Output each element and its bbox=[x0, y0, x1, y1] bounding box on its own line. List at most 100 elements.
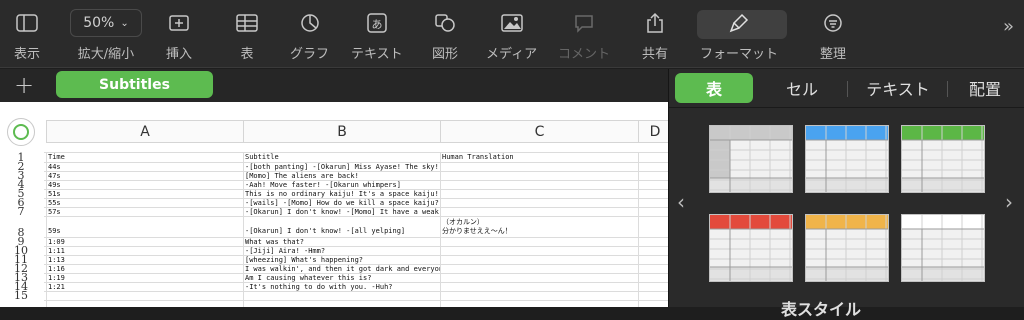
chevron-left-icon[interactable]: ‹ bbox=[677, 190, 685, 214]
table-style-blue[interactable] bbox=[805, 125, 889, 193]
chart-icon bbox=[300, 8, 320, 38]
table-style-preview bbox=[710, 126, 792, 192]
table-cell[interactable]: What was that? bbox=[243, 238, 440, 247]
share-icon bbox=[646, 8, 664, 38]
media-button[interactable]: メディア bbox=[486, 8, 537, 62]
organize-icon bbox=[823, 8, 843, 38]
table-style-gray[interactable] bbox=[709, 125, 793, 193]
zoom-label: 拡大/縮小 bbox=[77, 47, 135, 62]
table-style-white[interactable] bbox=[901, 214, 985, 282]
header-cell[interactable]: Subtitle bbox=[243, 153, 440, 162]
table-cell[interactable]: 1:11 bbox=[46, 247, 243, 256]
tab-text[interactable]: テキスト bbox=[853, 73, 943, 103]
table-cell[interactable]: 47s bbox=[46, 172, 243, 181]
table-cell[interactable]: 1:21 bbox=[46, 283, 243, 292]
shape-button[interactable]: 図形 bbox=[432, 8, 458, 62]
chart-button[interactable]: グラフ bbox=[290, 8, 329, 62]
table-cell[interactable]: 1:13 bbox=[46, 256, 243, 265]
table-style-preview bbox=[902, 215, 984, 281]
table-cell[interactable]: -Aah! Move faster! -[Okarun whimpers] bbox=[243, 181, 440, 190]
table-cell[interactable]: 49s bbox=[46, 181, 243, 190]
table-cell[interactable]: [wheezing] What's happening? bbox=[243, 256, 440, 265]
column-header-c[interactable]: C bbox=[440, 120, 638, 143]
table-style-red[interactable] bbox=[709, 214, 793, 282]
shape-icon bbox=[434, 8, 456, 38]
insert-icon bbox=[168, 8, 190, 38]
comment-icon bbox=[574, 8, 594, 38]
column-header-d[interactable]: D bbox=[638, 120, 668, 143]
row-header[interactable]: 15 bbox=[0, 289, 42, 302]
tab-arrange[interactable]: 配置 bbox=[953, 73, 1017, 103]
tab-separator bbox=[947, 81, 948, 97]
table-cell[interactable]: 44s bbox=[46, 163, 243, 172]
column-header-b[interactable]: B bbox=[243, 120, 440, 143]
table-style-preview bbox=[710, 215, 792, 281]
table-style-orange[interactable] bbox=[805, 214, 889, 282]
table-label: 表 bbox=[240, 47, 254, 62]
table-cell[interactable]: -[Okarun] I don't know! -[all yelping] bbox=[243, 227, 440, 236]
toolbar: 表示 50% ⌄ 拡大/縮小 挿入 表 グラフ あ テキスト 図形 メディア コ… bbox=[0, 0, 1024, 68]
tab-cell[interactable]: セル bbox=[765, 73, 839, 103]
table-cell[interactable]: 55s bbox=[46, 199, 243, 208]
chevron-right-icon[interactable]: › bbox=[1005, 190, 1013, 214]
table-cell[interactable]: -[Jiji] Aira! -Hmm? bbox=[243, 247, 440, 256]
header-cell[interactable]: Time bbox=[46, 153, 243, 162]
table-cell[interactable]: I was walkin', and then it got dark and … bbox=[243, 265, 440, 274]
view-label: 表示 bbox=[14, 47, 41, 62]
row-header[interactable]: 7 bbox=[0, 205, 42, 218]
table-cell[interactable]: 1:19 bbox=[46, 274, 243, 283]
format-button[interactable]: フォーマット bbox=[700, 8, 778, 62]
table-icon bbox=[236, 8, 258, 38]
panel-divider bbox=[669, 107, 1024, 108]
chevron-down-icon: ⌄ bbox=[120, 17, 129, 29]
header-cell[interactable]: Human Translation bbox=[440, 153, 638, 162]
text-icon: あ bbox=[367, 8, 387, 38]
table-cell[interactable]: 57s bbox=[46, 208, 243, 217]
chart-label: グラフ bbox=[290, 47, 330, 62]
view-button[interactable]: 表示 bbox=[14, 8, 40, 62]
table-cell[interactable]: 51s bbox=[46, 190, 243, 199]
table-cell[interactable]: -[wails] -[Momo] How do we kill a space … bbox=[243, 199, 440, 208]
media-label: メディア bbox=[486, 47, 538, 62]
table-style-preview bbox=[806, 126, 888, 192]
table-button[interactable]: 表 bbox=[236, 8, 258, 62]
table-cell[interactable]: [Momo] The aliens are back! bbox=[243, 172, 440, 181]
table-cell[interactable]: Am I causing whatever this is? bbox=[243, 274, 440, 283]
spreadsheet-canvas: A B C D 1 2 3 4 5 6 7 8 9 10 11 12 13 14 15 Time Subtitl… bbox=[0, 102, 668, 307]
insert-button[interactable]: 挿入 bbox=[166, 8, 192, 62]
table-cell[interactable]: -It's nothing to do with you. -Huh? bbox=[243, 283, 440, 292]
table-style-preview bbox=[806, 215, 888, 281]
zoom-select[interactable]: 50% ⌄ bbox=[70, 9, 142, 37]
table-cell[interactable]: -[both panting] -[Okarun] Miss Ayase! Th… bbox=[243, 163, 440, 172]
table-cell[interactable]: 1:09 bbox=[46, 238, 243, 247]
add-sheet-button[interactable]: + bbox=[14, 71, 34, 99]
table-cell[interactable]: -[Okarun] I don't know! -[Momo] It have … bbox=[243, 208, 440, 217]
insert-label: 挿入 bbox=[166, 47, 193, 62]
table-cell[interactable]: （オカルン） 分かりませええ～ん！ bbox=[440, 218, 638, 236]
sheet-tab-bar: + Subtitles bbox=[0, 69, 668, 102]
table-cell[interactable]: 59s bbox=[46, 227, 243, 236]
text-button[interactable]: あ テキスト bbox=[351, 8, 403, 62]
sheet-tab-subtitles[interactable]: Subtitles bbox=[56, 71, 213, 98]
svg-text:あ: あ bbox=[371, 18, 382, 31]
media-icon bbox=[500, 8, 523, 38]
organize-button[interactable]: 整理 bbox=[820, 8, 846, 62]
organize-label: 整理 bbox=[820, 47, 847, 62]
text-label: テキスト bbox=[351, 47, 403, 62]
table-cell[interactable]: 1:16 bbox=[46, 265, 243, 274]
zoom-control[interactable]: 50% ⌄ 拡大/縮小 bbox=[70, 8, 142, 62]
table-style-preview bbox=[902, 126, 984, 192]
format-inspector: 表 セル テキスト 配置 ‹ › 表スタイル bbox=[668, 69, 1024, 319]
share-button[interactable]: 共有 bbox=[642, 8, 668, 62]
table-select-button[interactable] bbox=[7, 118, 35, 146]
comment-label: コメント bbox=[558, 47, 611, 62]
comment-button[interactable]: コメント bbox=[558, 8, 610, 62]
table-style-green[interactable] bbox=[901, 125, 985, 193]
column-gridline bbox=[638, 152, 639, 307]
chevron-double-right-icon[interactable]: » bbox=[1003, 16, 1014, 37]
column-header-a[interactable]: A bbox=[46, 120, 243, 143]
table-cell[interactable]: This is no ordinary kaiju! It's a space … bbox=[243, 190, 440, 199]
tab-table[interactable]: 表 bbox=[675, 73, 753, 103]
shape-label: 図形 bbox=[432, 47, 459, 62]
zoom-value: 50% bbox=[83, 15, 115, 31]
